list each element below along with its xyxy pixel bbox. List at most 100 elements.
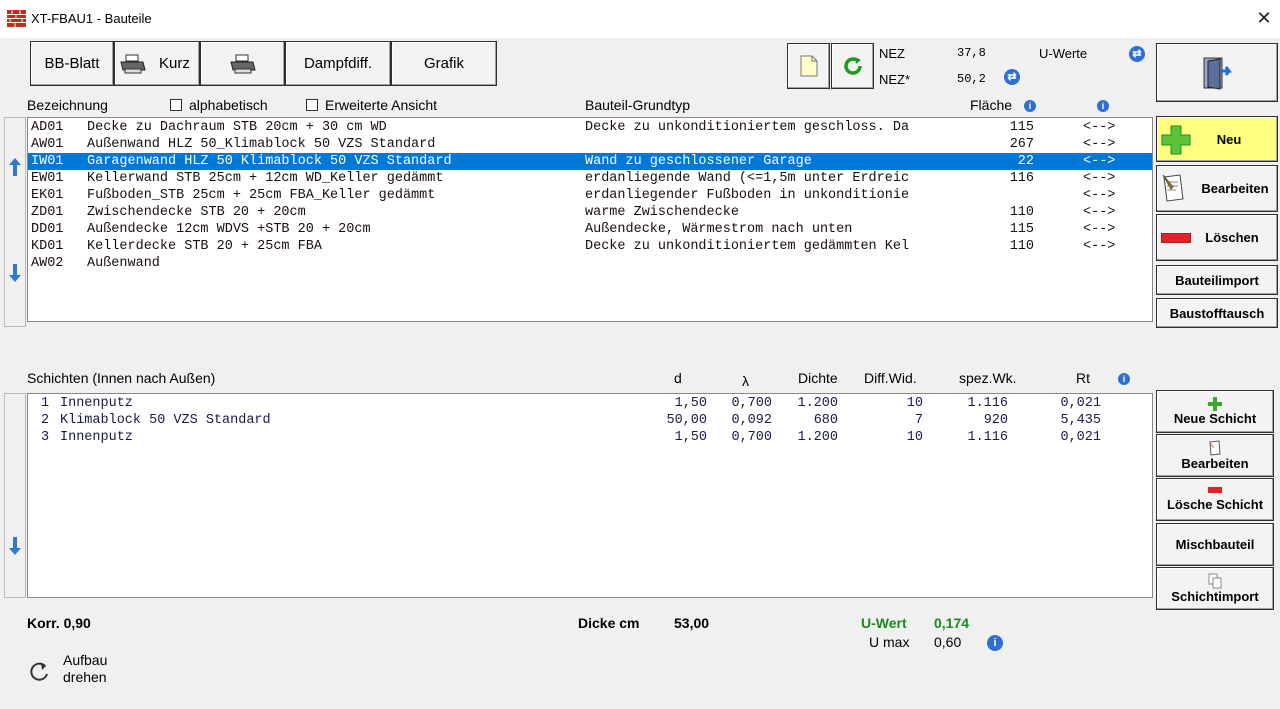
table-row[interactable]: 2 Klimablock 50 VZS Standard 50,00 0,092 680… <box>28 412 1152 429</box>
u-werte-label: U-Werte <box>1039 46 1088 61</box>
cell-d: 50,00 <box>666 413 707 428</box>
baustofftausch-label: Baustofftausch <box>1169 305 1265 321</box>
cell-link: <--> <box>1083 154 1116 169</box>
cell-code: DD01 <box>31 222 64 237</box>
cell-spez: 1.116 <box>967 396 1008 411</box>
arrow-down-icon[interactable] <box>9 537 21 555</box>
neue-schicht-button[interactable]: Neue Schicht <box>1156 390 1274 433</box>
table-row[interactable]: 1 Innenputz 1,50 0,700 1.200 10 1.116 0,021 <box>28 395 1152 412</box>
refresh-button[interactable] <box>831 43 874 89</box>
kurz-label: Kurz <box>159 55 190 72</box>
table-row[interactable]: DD01 Außendecke 12cm WDVS +STB 20 + 20cm A… <box>28 221 1152 238</box>
schichtimport-button[interactable]: Schichtimport <box>1156 567 1274 610</box>
minus-icon <box>1161 233 1191 243</box>
neu-button[interactable]: Neu <box>1156 116 1278 162</box>
cell-nr: 2 <box>41 413 50 428</box>
exit-door-icon <box>1203 57 1232 90</box>
cell-link: <--> <box>1083 137 1116 152</box>
plus-icon <box>1208 397 1222 411</box>
minus-icon <box>1208 487 1222 493</box>
d-header: d <box>674 370 682 386</box>
nez-info-icon[interactable]: ⇄ <box>1004 69 1020 85</box>
alphabetisch-label: alphabetisch <box>189 97 268 113</box>
baustofftausch-button[interactable]: Baustofftausch <box>1156 298 1278 328</box>
layer-nav-panel <box>4 393 26 598</box>
bb-blatt-button[interactable]: BB-Blatt <box>30 41 114 86</box>
arrow-up-icon[interactable] <box>9 158 21 176</box>
rt-info-icon[interactable]: i <box>1118 373 1130 385</box>
table-row[interactable]: IW01 Garagenwand HLZ 50 Klimablock 50 VZS… <box>28 153 1152 170</box>
bauteilimport-button[interactable]: Bauteilimport <box>1156 265 1278 295</box>
cell-spez: 1.116 <box>967 430 1008 445</box>
u-werte-info-icon[interactable]: ⇄ <box>1129 46 1145 62</box>
grafik-button[interactable]: Grafik <box>391 41 497 86</box>
diff-wid-header: Diff.Wid. <box>864 370 917 386</box>
cell-code: AW01 <box>31 137 64 152</box>
table-row[interactable]: AW02 Außenwand <box>28 255 1152 272</box>
close-icon[interactable]: ✕ <box>1253 7 1275 29</box>
table-row[interactable]: ZD01 Zwischendecke STB 20 + 20cm warme Zwi… <box>28 204 1152 221</box>
cell-code: ZD01 <box>31 205 64 220</box>
cell-area: 116 <box>1009 171 1034 186</box>
table-row[interactable]: AD01 Decke zu Dachraum STB 20cm + 30 cm W… <box>28 119 1152 136</box>
loesche-schicht-button[interactable]: Lösche Schicht <box>1156 478 1274 521</box>
print-button[interactable] <box>200 41 285 86</box>
alphabetisch-checkbox[interactable] <box>170 99 182 111</box>
nez-label: NEZ <box>879 46 905 61</box>
dampfdiff-label: Dampfdiff. <box>303 55 373 72</box>
new-document-button[interactable] <box>787 43 830 89</box>
aufbau-drehen-button[interactable]: Aufbau drehen <box>27 652 127 688</box>
arrow-down-icon[interactable] <box>9 264 21 282</box>
cell-name: Kellerwand STB 25cm + 12cm WD_Keller ged… <box>87 171 444 186</box>
erweiterte-ansicht-checkbox[interactable] <box>306 99 318 111</box>
neue-schicht-label: Neue Schicht <box>1173 411 1257 426</box>
u-max-info-icon[interactable]: i <box>987 635 1003 651</box>
bb-blatt-label: BB-Blatt <box>44 55 100 72</box>
link-info-icon[interactable]: i <box>1097 100 1109 112</box>
dicke-label: Dicke cm <box>578 615 640 631</box>
flaeche-header: Fläche <box>970 97 1013 113</box>
cell-spez: 920 <box>983 413 1008 428</box>
cell-name: Zwischendecke STB 20 + 20cm <box>87 205 306 220</box>
exit-button[interactable] <box>1156 43 1278 102</box>
table-row[interactable]: 3 Innenputz 1,50 0,700 1.200 10 1.116 0,021 <box>28 429 1152 446</box>
flaeche-info-icon[interactable]: i <box>1024 100 1036 112</box>
cell-type: Decke zu unkonditioniertem gedämmten Kel <box>585 239 910 254</box>
component-list[interactable]: AD01 Decke zu Dachraum STB 20cm + 30 cm W… <box>27 117 1153 322</box>
loesche-schicht-label: Lösche Schicht <box>1166 497 1264 512</box>
u-max-value: 0,60 <box>934 634 962 650</box>
table-row[interactable]: EW01 Kellerwand STB 25cm + 12cm WD_Keller… <box>28 170 1152 187</box>
drehen-label: drehen <box>63 669 107 685</box>
cell-link: <--> <box>1083 239 1116 254</box>
cell-area: 267 <box>1009 137 1034 152</box>
u-max-label: U max <box>869 634 910 650</box>
kurz-print-button[interactable]: Kurz <box>114 41 200 86</box>
neu-label: Neu <box>1216 131 1242 147</box>
table-row[interactable]: EK01 Fußboden_STB 25cm + 25cm FBA_Keller … <box>28 187 1152 204</box>
nez-star-value: 50,2 <box>957 72 986 86</box>
cell-nr: 1 <box>41 396 50 411</box>
cell-diff: 10 <box>906 430 923 445</box>
mischbauteil-label: Mischbauteil <box>1175 537 1255 552</box>
schichtimport-label: Schichtimport <box>1171 589 1259 604</box>
bearbeiten-button[interactable]: Bearbeiten <box>1156 165 1278 212</box>
cell-name: Klimablock 50 VZS Standard <box>60 413 271 428</box>
cell-link: <--> <box>1083 188 1116 203</box>
cell-link: <--> <box>1083 222 1116 237</box>
cell-name: Außenwand HLZ 50_Klimablock 50 VZS Stand… <box>87 137 436 152</box>
window-title: XT-FBAU1 - Bauteile <box>31 11 152 26</box>
layer-list[interactable]: 1 Innenputz 1,50 0,700 1.200 10 1.116 0,021 2 Kli… <box>27 393 1153 598</box>
cell-dichte: 1.200 <box>797 430 838 445</box>
table-row[interactable]: KD01 Kellerdecke STB 20 + 25cm FBA Decke z… <box>28 238 1152 255</box>
erweiterte-ansicht-label: Erweiterte Ansicht <box>325 97 438 113</box>
table-row[interactable]: AW01 Außenwand HLZ 50_Klimablock 50 VZS S… <box>28 136 1152 153</box>
mischbauteil-button[interactable]: Mischbauteil <box>1156 523 1274 566</box>
loeschen-button[interactable]: Löschen <box>1156 214 1278 261</box>
bearbeiten-label: Bearbeiten <box>1201 181 1269 196</box>
cell-nr: 3 <box>41 430 50 445</box>
grundtyp-header: Bauteil-Grundtyp <box>585 97 691 113</box>
plus-icon <box>1161 125 1191 155</box>
schicht-bearbeiten-button[interactable]: Bearbeiten <box>1156 434 1274 477</box>
cell-area: 115 <box>1009 120 1034 135</box>
dampfdiff-button[interactable]: Dampfdiff. <box>285 41 391 86</box>
